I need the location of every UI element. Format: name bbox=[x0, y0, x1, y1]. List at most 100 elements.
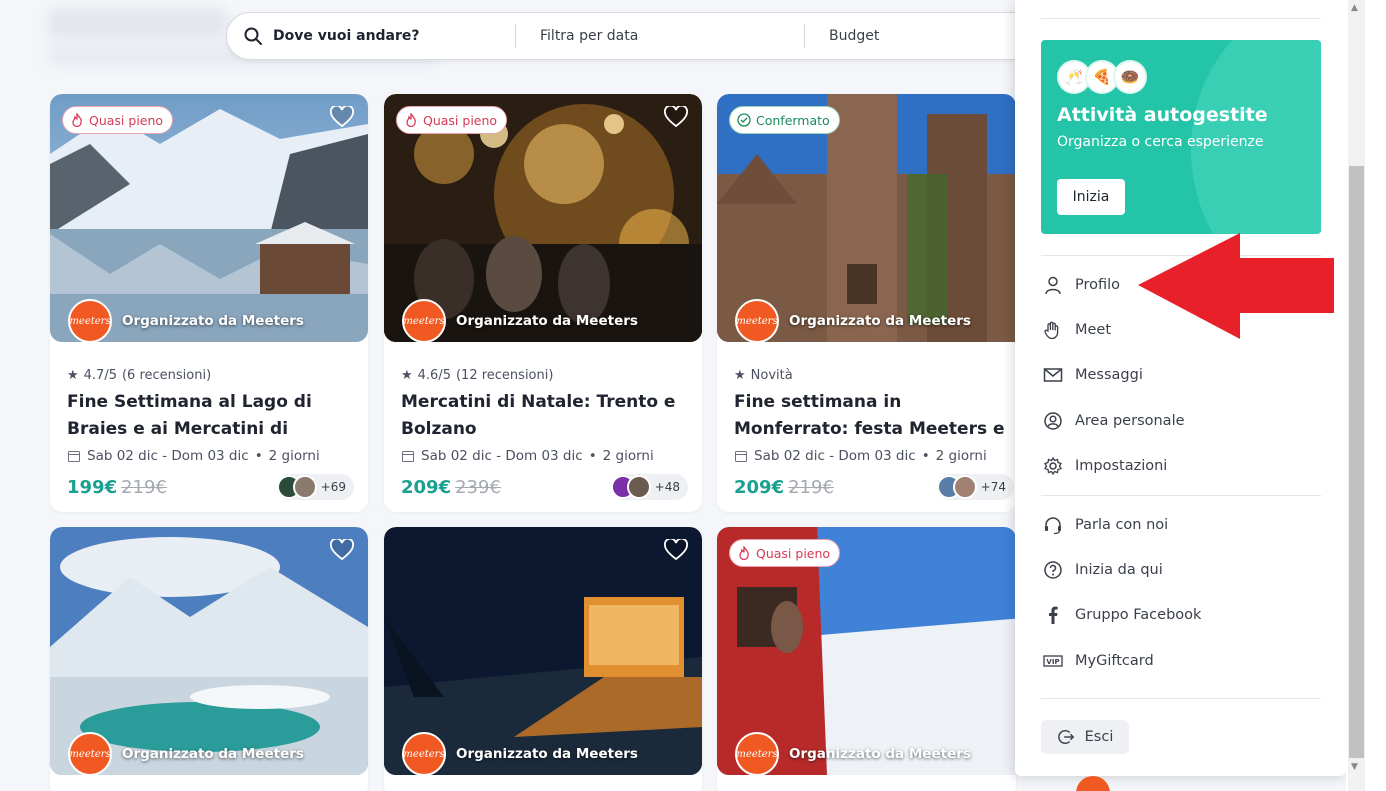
trip-image: Quasi pieno meeters Organizzato da Meete… bbox=[717, 527, 1016, 775]
promo-card[interactable]: 🥂 🍕 🍩 Attività autogestite Organizza o c… bbox=[1041, 40, 1321, 234]
user-menu: 🥂 🍕 🍩 Attività autogestite Organizza o c… bbox=[1015, 0, 1346, 776]
status-badge: Quasi pieno bbox=[62, 106, 174, 134]
menu-item-parla-con-noi[interactable]: Parla con noi bbox=[1043, 515, 1168, 535]
price: 209€ bbox=[401, 476, 452, 498]
organizer: meeters Organizzato da Meeters bbox=[402, 299, 638, 342]
dot-separator: • bbox=[921, 448, 930, 464]
meeters-logo: meeters bbox=[735, 299, 779, 342]
participant-count: +74 bbox=[980, 480, 1006, 494]
organizer: meeters Organizzato da Meeters bbox=[68, 299, 304, 342]
trip-image: meeters Organizzato da Meeters bbox=[50, 527, 368, 775]
facebook-icon bbox=[1049, 606, 1058, 624]
meeters-logo: meeters bbox=[735, 732, 779, 775]
organizer-label: Organizzato da Meeters bbox=[456, 313, 638, 329]
duration: 2 giorni bbox=[602, 448, 654, 464]
participants[interactable]: +48 bbox=[610, 474, 688, 500]
old-price: 219€ bbox=[121, 476, 167, 498]
status-badge: Quasi pieno bbox=[729, 539, 841, 567]
logout-button[interactable]: Esci bbox=[1041, 720, 1129, 754]
avatar bbox=[952, 475, 977, 499]
status-badge: Confermato bbox=[729, 106, 840, 134]
flame-icon bbox=[72, 113, 82, 127]
menu-item-gruppo-facebook[interactable]: Gruppo Facebook bbox=[1043, 605, 1201, 625]
headset-icon bbox=[1045, 517, 1061, 535]
old-price: 219€ bbox=[788, 476, 834, 498]
trip-card[interactable]: meeters Organizzato da Meeters bbox=[50, 527, 368, 791]
avatar[interactable] bbox=[1076, 776, 1110, 791]
old-price: 239€ bbox=[455, 476, 501, 498]
menu-item-mygiftcard[interactable]: VIP MyGiftcard bbox=[1043, 651, 1154, 671]
menu-item-label: Meet bbox=[1075, 322, 1112, 338]
trip-card[interactable]: Quasi pieno meeters Organizzato da Meete… bbox=[384, 94, 702, 512]
duration: 2 giorni bbox=[935, 448, 987, 464]
trip-card[interactable]: meeters Organizzato da Meeters bbox=[384, 527, 702, 791]
trip-title[interactable]: Fine Settimana al Lago di Braies e ai Me… bbox=[67, 389, 354, 443]
vip-card-icon: VIP bbox=[1043, 655, 1063, 667]
heart-icon[interactable] bbox=[664, 539, 688, 561]
status-badge-label: Confermato bbox=[756, 112, 830, 128]
menu-item-label: Impostazioni bbox=[1075, 458, 1168, 474]
participants[interactable]: +69 bbox=[276, 474, 354, 500]
menu-item-label: Gruppo Facebook bbox=[1075, 607, 1202, 623]
organizer-label: Organizzato da Meeters bbox=[789, 313, 971, 329]
participants[interactable]: +74 bbox=[936, 474, 1014, 500]
menu-item-label: Area personale bbox=[1075, 413, 1185, 429]
scroll-down-arrow[interactable]: ▼ bbox=[1351, 762, 1358, 772]
menu-item-inizia-da-qui[interactable]: Inizia da qui bbox=[1043, 560, 1163, 580]
meeters-logo: meeters bbox=[68, 732, 112, 775]
trip-dates: Sab 02 dic - Dom 03 dic • 2 giorni bbox=[734, 448, 1014, 464]
search-bar[interactable]: Dove vuoi andare? Filtra per data Budget bbox=[226, 12, 1056, 60]
menu-item-meet[interactable]: Meet bbox=[1043, 320, 1111, 340]
heart-icon[interactable] bbox=[330, 539, 354, 561]
date-range: Sab 02 dic - Dom 03 dic bbox=[754, 448, 916, 464]
trip-title[interactable]: Fine settimana in Monferrato: festa Meet… bbox=[734, 389, 1014, 443]
date-range: Sab 02 dic - Dom 03 dic bbox=[87, 448, 249, 464]
organizer: meeters Organizzato da Meeters bbox=[735, 732, 971, 775]
organizer: meeters Organizzato da Meeters bbox=[68, 732, 304, 775]
trip-card[interactable]: Quasi pieno meeters Organizzato da Meete… bbox=[50, 94, 368, 512]
calendar-icon bbox=[68, 451, 80, 462]
menu-item-label: Parla con noi bbox=[1075, 517, 1169, 533]
rating-value: 4.6/5 bbox=[417, 368, 451, 383]
date-filter[interactable]: Filtra per data bbox=[516, 13, 804, 59]
rating-value: 4.7/5 bbox=[83, 368, 117, 383]
divider bbox=[1041, 18, 1321, 19]
trip-image: Confermato meeters Organizzato da Meeter… bbox=[717, 94, 1016, 342]
rating: ★ 4.7/5 (6 recensioni) bbox=[67, 368, 354, 383]
avatar bbox=[292, 475, 317, 499]
logout-label: Esci bbox=[1084, 729, 1114, 745]
status-badge-label: Quasi pieno bbox=[423, 112, 498, 128]
trip-card[interactable]: Confermato meeters Organizzato da Meeter… bbox=[717, 94, 1016, 512]
menu-item-impostazioni[interactable]: Impostazioni bbox=[1043, 456, 1167, 476]
status-badge-label: Quasi pieno bbox=[89, 112, 164, 128]
user-circle-icon bbox=[1044, 412, 1062, 430]
date-filter-label: Filtra per data bbox=[540, 28, 639, 44]
search-destination[interactable]: Dove vuoi andare? bbox=[227, 13, 515, 59]
start-button[interactable]: Inizia bbox=[1057, 179, 1125, 215]
organizer-label: Organizzato da Meeters bbox=[122, 313, 304, 329]
menu-item-area-personale[interactable]: Area personale bbox=[1043, 411, 1185, 431]
scroll-up-arrow[interactable]: ▲ bbox=[1351, 3, 1358, 13]
trip-card[interactable]: Quasi pieno meeters Organizzato da Meete… bbox=[717, 527, 1016, 791]
organizer-label: Organizzato da Meeters bbox=[456, 746, 638, 762]
user-icon bbox=[1045, 276, 1061, 295]
organizer-label: Organizzato da Meeters bbox=[122, 746, 304, 762]
participant-count: +69 bbox=[320, 480, 346, 494]
star-icon: ★ bbox=[734, 368, 746, 383]
trip-dates: Sab 02 dic - Dom 03 dic • 2 giorni bbox=[401, 448, 688, 464]
hand-icon bbox=[1044, 321, 1059, 340]
budget-filter[interactable]: Budget bbox=[805, 13, 879, 59]
logout-icon bbox=[1057, 730, 1074, 744]
menu-item-messaggi[interactable]: Messaggi bbox=[1043, 365, 1143, 385]
review-count: (12 recensioni) bbox=[455, 368, 554, 383]
calendar-icon bbox=[735, 451, 747, 462]
trip-title[interactable]: Mercatini di Natale: Trento e Bolzano bbox=[401, 389, 688, 443]
heart-icon[interactable] bbox=[664, 106, 688, 128]
organizer: meeters Organizzato da Meeters bbox=[402, 732, 638, 775]
scrollbar-thumb[interactable] bbox=[1349, 166, 1364, 758]
check-circle-icon bbox=[737, 113, 751, 127]
duration: 2 giorni bbox=[268, 448, 320, 464]
red-arrow-annotation bbox=[1138, 233, 1334, 339]
menu-item-profilo[interactable]: Profilo bbox=[1043, 275, 1120, 295]
heart-icon[interactable] bbox=[330, 106, 354, 128]
